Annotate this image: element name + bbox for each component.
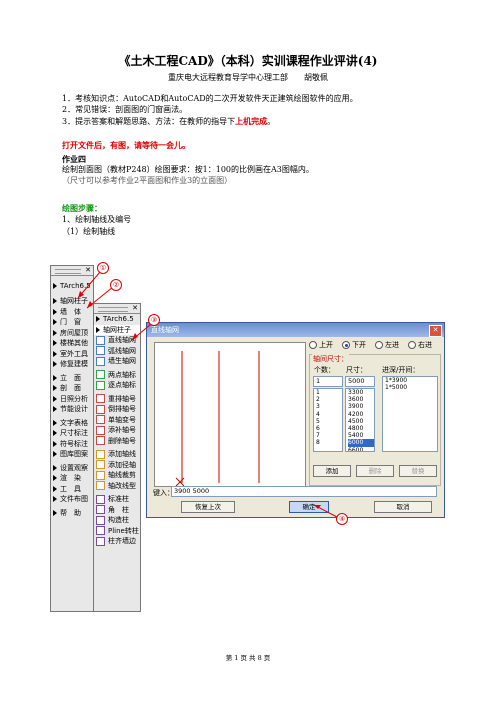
arrow-2-head (87, 301, 93, 308)
callout-arrows (77, 271, 338, 518)
callout-2: ② (110, 279, 122, 291)
callout-3: ③ (148, 314, 160, 326)
page-footer: 第 1 页 共 8 页 (225, 654, 271, 662)
callout-4: ④ (336, 513, 348, 525)
arrow-3-head (132, 333, 138, 340)
callout-1: ① (97, 262, 109, 274)
